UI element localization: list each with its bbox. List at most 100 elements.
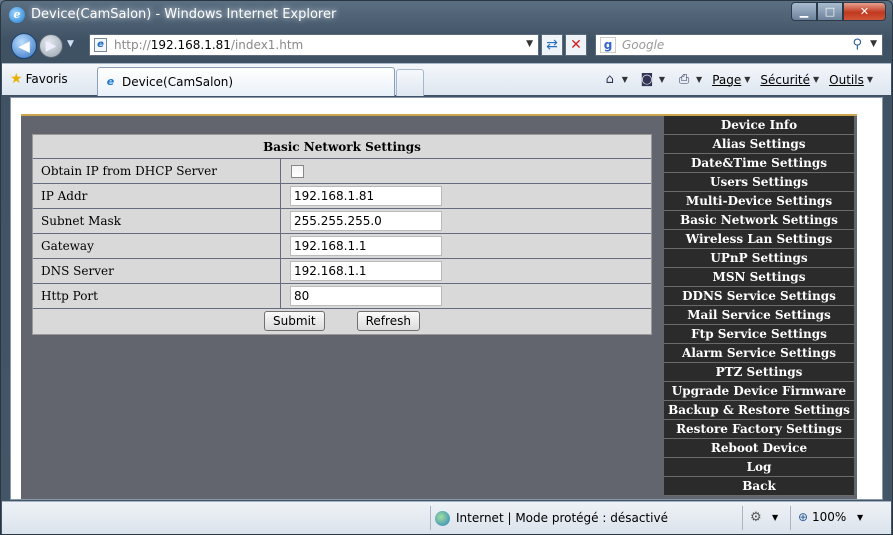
window-controls: ▁ □ ✕ (791, 2, 886, 21)
gateway-input[interactable] (290, 236, 442, 256)
menu-item-reboot-device[interactable]: Reboot Device (664, 439, 854, 458)
browser-window: e Device(CamSalon) - Windows Internet Ex… (0, 0, 893, 535)
status-divider (790, 506, 791, 530)
menu-item-ptz-settings[interactable]: PTZ Settings (664, 363, 854, 382)
http-port-input[interactable] (290, 286, 442, 306)
zoom-icon[interactable]: ⊕ (798, 510, 808, 524)
close-button[interactable]: ✕ (843, 2, 886, 21)
security-zone-text[interactable]: Internet | Mode protégé : désactivé (456, 511, 668, 525)
url-prefix: http:// (114, 38, 151, 52)
form-row-subnet: Subnet Mask (33, 209, 651, 234)
menu-item-ddns-service-settings[interactable]: DDNS Service Settings (664, 287, 854, 306)
search-icon[interactable]: ⚲ (852, 37, 862, 52)
menu-item-restore-factory-settings[interactable]: Restore Factory Settings (664, 420, 854, 439)
print-dropdown-icon[interactable]: ▼ (696, 75, 702, 84)
tab-label: Device(CamSalon) (122, 75, 234, 89)
menu-item-users-settings[interactable]: Users Settings (664, 173, 854, 192)
address-bar[interactable]: e http://192.168.1.81/index1.htm ▼ (89, 34, 539, 56)
menu-item-multi-device-settings[interactable]: Multi-Device Settings (664, 192, 854, 211)
submit-button[interactable]: Submit (264, 311, 325, 331)
url-host: 192.168.1.81 (150, 38, 231, 52)
search-box[interactable]: g Google ⚲ ▼ (595, 34, 883, 56)
subnet-mask-input[interactable] (290, 211, 442, 231)
zoom-dropdown-icon[interactable]: ▼ (857, 513, 863, 522)
print-icon[interactable]: ⎙ (675, 72, 693, 87)
title-bar: e Device(CamSalon) - Windows Internet Ex… (1, 1, 892, 29)
home-dropdown-icon[interactable]: ▼ (622, 75, 628, 84)
page-icon: e (94, 38, 107, 52)
home-icon[interactable]: ⌂ (601, 72, 619, 87)
device-page: Basic Network Settings Obtain IP from DH… (21, 114, 857, 499)
dns-server-label: DNS Server (33, 259, 281, 283)
menu-item-back[interactable]: Back (664, 477, 854, 496)
menu-item-upgrade-device-firmware[interactable]: Upgrade Device Firmware (664, 382, 854, 401)
address-url[interactable]: http://192.168.1.81/index1.htm (114, 38, 303, 52)
menu-item-alarm-service-settings[interactable]: Alarm Service Settings (664, 344, 854, 363)
page-menu-dropdown-icon[interactable]: ▼ (744, 75, 750, 84)
tab-device-camsalon[interactable]: e Device(CamSalon) (97, 67, 395, 96)
search-placeholder[interactable]: Google (622, 38, 664, 52)
refresh-button[interactable]: Refresh (356, 311, 420, 331)
status-divider (742, 506, 743, 530)
back-button[interactable]: ◀ (11, 33, 37, 59)
navigation-bar: ◀ ▶ ▼ e http://192.168.1.81/index1.htm ▼… (1, 29, 892, 63)
menu-item-msn-settings[interactable]: MSN Settings (664, 268, 854, 287)
search-options-dropdown-icon[interactable]: ▼ (870, 39, 877, 49)
recent-pages-dropdown-icon[interactable]: ▼ (67, 39, 74, 49)
star-icon: ★ (10, 71, 23, 87)
form-row-gateway: Gateway (33, 234, 651, 259)
tools-menu-dropdown-icon[interactable]: ▼ (867, 75, 873, 84)
menu-item-backup-restore-settings[interactable]: Backup & Restore Settings (664, 401, 854, 420)
ip-addr-label: IP Addr (33, 184, 281, 208)
subnet-mask-label: Subnet Mask (33, 209, 281, 233)
favorites-label: Favoris (25, 72, 68, 86)
http-port-label: Http Port (33, 284, 281, 308)
dhcp-checkbox[interactable] (291, 165, 304, 178)
status-divider (430, 506, 431, 530)
basic-network-settings-form: Basic Network Settings Obtain IP from DH… (32, 134, 652, 335)
menu-item-basic-network-settings[interactable]: Basic Network Settings (664, 211, 854, 230)
google-icon: g (600, 37, 616, 53)
privacy-icon[interactable]: ⚙ (750, 510, 762, 525)
form-row-dns: DNS Server (33, 259, 651, 284)
security-menu-dropdown-icon[interactable]: ▼ (813, 75, 819, 84)
menu-item-wireless-lan-settings[interactable]: Wireless Lan Settings (664, 230, 854, 249)
new-tab-button[interactable] (396, 69, 424, 96)
stop-icon[interactable]: ✕ (565, 34, 587, 56)
dhcp-label: Obtain IP from DHCP Server (33, 159, 281, 183)
maximize-button[interactable]: □ (817, 2, 843, 21)
internet-zone-icon (435, 511, 450, 526)
privacy-dropdown-icon[interactable]: ▼ (772, 513, 778, 522)
favorites-button[interactable]: ★ Favoris (10, 71, 68, 87)
address-dropdown-icon[interactable]: ▼ (526, 39, 533, 49)
tab-page-icon: e (106, 75, 115, 88)
feeds-dropdown-icon[interactable]: ▼ (659, 75, 665, 84)
menu-item-date-time-settings[interactable]: Date&Time Settings (664, 154, 854, 173)
dns-server-input[interactable] (290, 261, 442, 281)
menu-item-log[interactable]: Log (664, 458, 854, 477)
command-buttons: ⌂ ▼ ◙ ▼ ⎙ ▼ Page ▼ Sécurité ▼ Outils ▼ (601, 72, 883, 87)
gateway-label: Gateway (33, 234, 281, 258)
form-row-http-port: Http Port (33, 284, 651, 309)
refresh-icon[interactable]: ⇄ (541, 34, 563, 56)
status-bar: Internet | Mode protégé : désactivé ⚙ ▼ … (2, 501, 891, 534)
menu-item-upnp-settings[interactable]: UPnP Settings (664, 249, 854, 268)
form-buttons: Submit Refresh (33, 309, 651, 334)
command-bar: ★ Favoris e Device(CamSalon) ⌂ ▼ ◙ ▼ ⎙ ▼ Pag… (2, 63, 891, 96)
menu-item-alias-settings[interactable]: Alias Settings (664, 135, 854, 154)
page-menu[interactable]: Page (712, 73, 741, 87)
feeds-icon[interactable]: ◙ (638, 72, 656, 87)
security-menu[interactable]: Sécurité (760, 73, 810, 87)
window-title: Device(CamSalon) - Windows Internet Expl… (31, 7, 337, 22)
menu-item-device-info[interactable]: Device Info (664, 116, 854, 135)
form-row-ip: IP Addr (33, 184, 651, 209)
minimize-button[interactable]: ▁ (791, 2, 817, 21)
ie-logo-icon: e (9, 7, 25, 23)
menu-item-mail-service-settings[interactable]: Mail Service Settings (664, 306, 854, 325)
tools-menu[interactable]: Outils (829, 73, 864, 87)
form-title: Basic Network Settings (33, 135, 651, 159)
zoom-level[interactable]: 100% (812, 510, 846, 524)
ip-addr-input[interactable] (290, 186, 442, 206)
menu-item-ftp-service-settings[interactable]: Ftp Service Settings (664, 325, 854, 344)
forward-button[interactable]: ▶ (39, 34, 63, 58)
